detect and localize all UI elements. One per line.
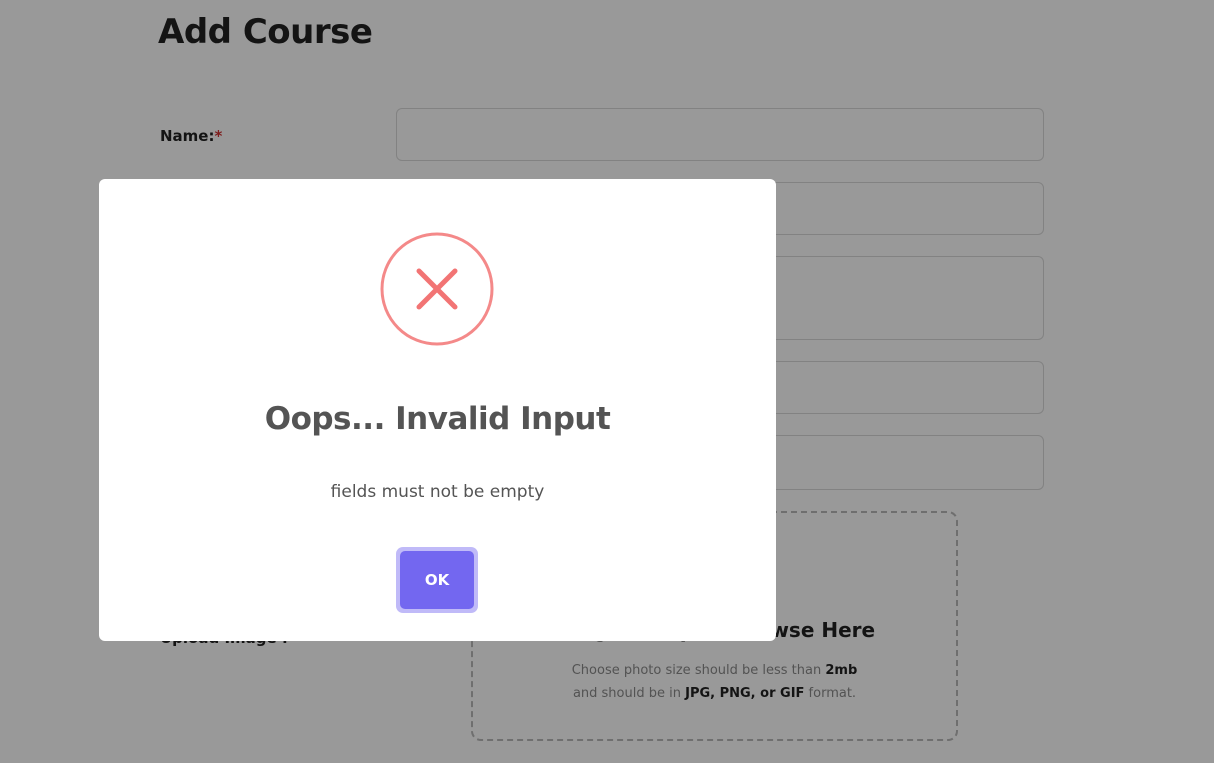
dialog-title: Oops... Invalid Input — [264, 401, 611, 437]
error-x-icon — [380, 232, 494, 346]
add-course-page: Add Course Name:* Upload Image : Drag & … — [0, 0, 1214, 763]
ok-button[interactable]: OK — [400, 551, 474, 609]
error-dialog: Oops... Invalid Input fields must not be… — [99, 179, 776, 641]
ok-button-focus-ring: OK — [396, 547, 478, 613]
dialog-message: fields must not be empty — [330, 482, 545, 502]
